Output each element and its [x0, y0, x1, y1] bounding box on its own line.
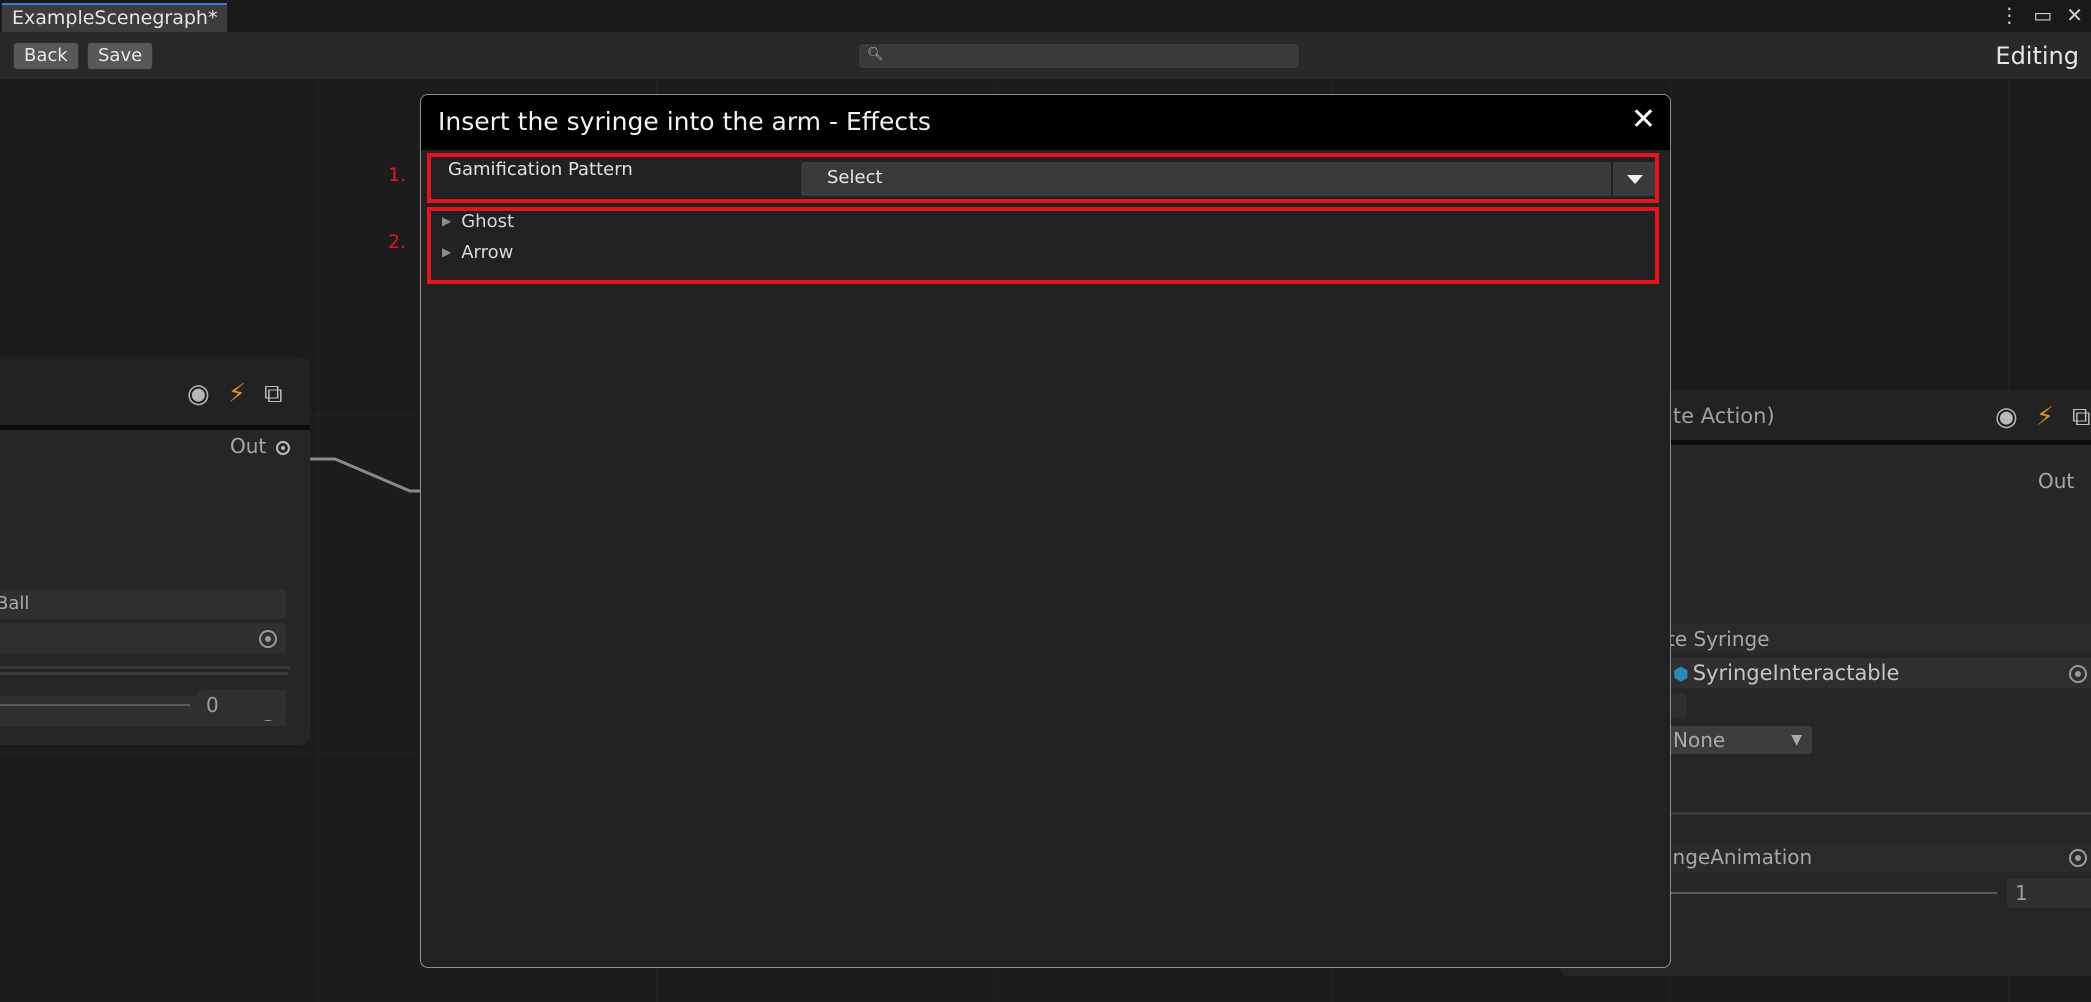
node-title: ate Action) [1660, 404, 1775, 428]
mode-label: Editing [1995, 42, 2079, 70]
label-row-2: ingeAnimation [1667, 842, 2091, 872]
target-icon[interactable] [259, 630, 277, 648]
left-node[interactable]: ◉ ⚡︎ ⧉ Out Ball [0, 357, 310, 745]
out-label: Out [230, 434, 267, 458]
search-box[interactable]: 🔍︎ [858, 43, 1300, 69]
object-reference-text: SyringeInteractable [1692, 661, 1900, 685]
out-port-row: Out [2038, 469, 2074, 493]
slider-value-field[interactable]: 0 [198, 690, 286, 720]
bolt-icon[interactable]: ⚡︎ [2036, 402, 2054, 433]
label-text: ingeAnimation [1667, 845, 1813, 869]
eye-icon[interactable]: ◉ [187, 379, 210, 410]
slider-track[interactable] [1667, 892, 1997, 894]
object-field[interactable]: Ball [0, 589, 286, 619]
copy-icon[interactable]: ⧉ [264, 379, 283, 410]
dialog-title: Insert the syringe into the arm - Effect… [438, 107, 931, 136]
annotation-box-1 [427, 153, 1659, 203]
save-button[interactable]: Save [87, 42, 154, 70]
tab-example-scenegraph[interactable]: ExampleScenegraph* [2, 3, 228, 32]
object-reference-field[interactable]: ⬢ SyringeInteractable [1667, 658, 2091, 688]
divider [1667, 812, 2091, 815]
divider [0, 666, 290, 669]
out-label: Out [2038, 469, 2075, 493]
annotation-label-2: 2. [388, 231, 407, 253]
annotation-box-2 [427, 207, 1659, 284]
eye-icon[interactable]: ◉ [1995, 402, 2018, 433]
out-port[interactable] [276, 440, 291, 455]
close-window-icon[interactable]: ✕ [2066, 3, 2083, 27]
divider [0, 672, 288, 675]
tab-bar: ExampleScenegraph* ⋮ ▭ ✕ [0, 0, 2091, 32]
target-icon[interactable] [2069, 665, 2087, 683]
out-port-row: Out [230, 434, 291, 458]
target-icon[interactable] [2069, 849, 2087, 867]
search-input[interactable] [885, 46, 1289, 68]
back-button[interactable]: Back [13, 42, 79, 70]
kebab-menu-icon[interactable]: ⋮ [1999, 3, 2019, 27]
window-controls: ⋮ ▭ ✕ [1999, 3, 2083, 27]
copy-icon[interactable]: ⧉ [2072, 402, 2091, 433]
search-icon: 🔍︎ [867, 47, 884, 62]
label-row-1: te Syringe [1667, 624, 2091, 654]
chevron-down-icon: ▼ [1791, 732, 1802, 748]
cube-icon: ⬢ [1673, 664, 1689, 685]
bolt-icon[interactable]: ⚡︎ [228, 379, 246, 410]
toolbar: Back Save 🔍︎ Editing [0, 32, 2091, 80]
none-select[interactable]: None ▼ [1667, 726, 1812, 754]
label-text: te Syringe [1667, 627, 1770, 651]
annotation-label-1: 1. [388, 164, 407, 186]
select-value: None [1673, 728, 1726, 752]
dialog-title-bar: Insert the syringe into the arm - Effect… [421, 95, 1670, 150]
slider-track[interactable] [0, 704, 190, 706]
maximize-icon[interactable]: ▭ [2033, 3, 2052, 27]
close-icon[interactable]: ✕ [1631, 105, 1656, 135]
node-header: ◉ ⚡︎ ⧉ [0, 357, 310, 430]
ref-field-1[interactable] [0, 623, 286, 653]
slider-value-field[interactable]: 1 [2007, 878, 2091, 908]
